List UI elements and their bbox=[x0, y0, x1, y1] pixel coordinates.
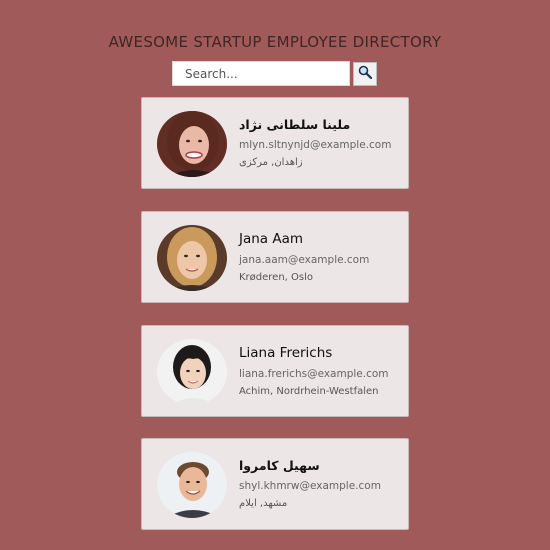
employee-location: زاهدان, مرکزی bbox=[239, 157, 303, 168]
employee-email: mlyn.sltnynjd@example.com bbox=[239, 139, 392, 151]
avatar bbox=[157, 452, 227, 518]
search-bar bbox=[172, 61, 377, 86]
employee-location: مشهد, ایلام bbox=[239, 498, 288, 509]
employee-email: jana.aam@example.com bbox=[239, 254, 370, 266]
employee-card[interactable]: Liana Frerichs liana.frerichs@example.co… bbox=[141, 325, 409, 417]
employee-name: سهیل کامروا bbox=[239, 458, 320, 473]
employee-name: Liana Frerichs bbox=[239, 345, 333, 361]
employee-email: liana.frerichs@example.com bbox=[239, 368, 389, 380]
employee-location: Achim, Nordrhein-Westfalen bbox=[239, 386, 379, 397]
search-icon bbox=[358, 65, 373, 82]
employee-info: ملینا سلطانی نژاد mlyn.sltnynjd@example.… bbox=[239, 114, 402, 168]
employee-info: Liana Frerichs liana.frerichs@example.co… bbox=[239, 342, 402, 397]
employee-info: سهیل کامروا shyl.khmrw@example.com مشهد,… bbox=[239, 455, 402, 509]
employee-card[interactable]: ملینا سلطانی نژاد mlyn.sltnynjd@example.… bbox=[141, 97, 409, 189]
employee-name: Jana Aam bbox=[239, 231, 304, 247]
search-input[interactable] bbox=[172, 61, 350, 86]
employee-location: Krøderen, Oslo bbox=[239, 272, 314, 283]
employee-card[interactable]: سهیل کامروا shyl.khmrw@example.com مشهد,… bbox=[141, 438, 409, 530]
employee-email: shyl.khmrw@example.com bbox=[239, 480, 381, 492]
employee-name: ملینا سلطانی نژاد bbox=[239, 117, 351, 132]
avatar bbox=[157, 111, 227, 177]
avatar bbox=[157, 225, 227, 291]
search-button[interactable] bbox=[353, 61, 377, 86]
avatar bbox=[157, 339, 227, 405]
directory-page: AWESOME STARTUP EMPLOYEE DIRECTORY Searc… bbox=[0, 0, 550, 550]
employee-info: Jana Aam jana.aam@example.com Krøderen, … bbox=[239, 228, 402, 283]
employee-card[interactable]: Jana Aam jana.aam@example.com Krøderen, … bbox=[141, 211, 409, 303]
page-title: AWESOME STARTUP EMPLOYEE DIRECTORY bbox=[108, 33, 442, 51]
